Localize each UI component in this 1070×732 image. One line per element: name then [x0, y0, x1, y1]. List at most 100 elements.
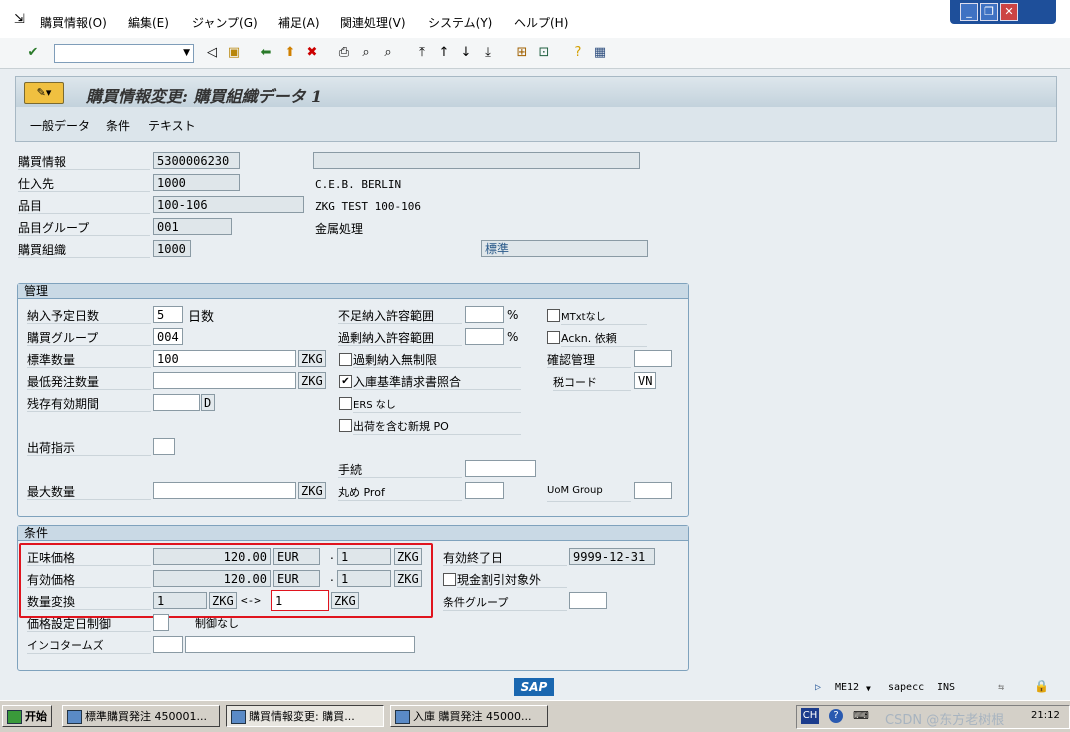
- net-price-field: 120.00: [153, 548, 271, 565]
- over-tol-unit: %: [507, 330, 519, 344]
- tax-code-label: 税コード: [553, 374, 631, 391]
- cond-group-input[interactable]: [569, 592, 607, 609]
- procedure-input[interactable]: [465, 460, 536, 477]
- unlimited-checkbox[interactable]: [339, 353, 352, 366]
- help-tray-icon[interactable]: ?: [829, 709, 843, 723]
- net-price-dot: .: [330, 548, 334, 562]
- prev-page-icon[interactable]: ↑: [436, 45, 452, 61]
- no-mtext-label: MTxtなし: [561, 308, 647, 325]
- exit-icon[interactable]: ⬆: [282, 45, 298, 61]
- shortcut-icon[interactable]: ⊡: [536, 45, 552, 61]
- no-mtext-checkbox[interactable]: [547, 309, 560, 322]
- net-price-unit: ZKG: [394, 548, 422, 565]
- general-data-button[interactable]: 一般データ: [30, 117, 90, 134]
- display-change-icon[interactable]: ✎▾: [24, 82, 64, 104]
- back-icon[interactable]: ⬅: [258, 45, 274, 61]
- over-tol-input[interactable]: [465, 328, 504, 345]
- taskbar-item-gr[interactable]: 入庫 購買発注 45000...: [390, 705, 548, 727]
- min-qty-unit: ZKG: [298, 372, 326, 389]
- back-arrow-icon[interactable]: ◁: [204, 45, 220, 61]
- purch-info-field: 5300006230: [153, 152, 240, 169]
- rem-shelf-input[interactable]: [153, 394, 200, 411]
- menu-extras[interactable]: 補足(A): [278, 14, 320, 31]
- menu-edit[interactable]: 編集(E): [128, 14, 169, 31]
- minimize-icon[interactable]: _: [960, 3, 978, 21]
- first-page-icon[interactable]: ⤒: [414, 45, 430, 61]
- menu-system[interactable]: システム(Y): [428, 14, 492, 31]
- plan-deliv-input[interactable]: 5: [153, 306, 183, 323]
- rem-shelf-unit: D: [201, 394, 215, 411]
- qty-conv-right-input[interactable]: 1: [271, 590, 329, 611]
- material-desc: ZKG TEST 100-106: [315, 200, 421, 213]
- print-icon[interactable]: ⎙: [336, 45, 352, 61]
- system-tray: CH ? ⌨ CSDN @东方老树根 21:12: [796, 705, 1070, 729]
- taskbar-item-po[interactable]: 標準購買発注 450001...: [62, 705, 220, 727]
- menu-purchasing-info[interactable]: 購買情報(O): [40, 14, 107, 31]
- conf-ctrl-input[interactable]: [634, 350, 672, 367]
- eff-price-currency: EUR: [273, 570, 320, 587]
- ship-instr-label: 出荷指示: [27, 439, 151, 456]
- ackn-checkbox[interactable]: [547, 331, 560, 344]
- std-qty-input[interactable]: 100: [153, 350, 296, 367]
- taskbar: 开始 標準購買発注 450001... 購買情報変更: 購買... 入庫 購買発…: [0, 700, 1070, 732]
- menu-icon[interactable]: ⇲: [14, 12, 25, 27]
- ime-icon[interactable]: ⌨: [853, 709, 869, 722]
- purch-group-input[interactable]: 004: [153, 328, 183, 345]
- conditions-group-title: 条件: [18, 526, 688, 541]
- chevron-down-icon[interactable]: ▼: [183, 48, 190, 58]
- cancel-icon[interactable]: ✖: [304, 45, 320, 61]
- save-icon[interactable]: ▣: [226, 45, 242, 61]
- price-ctrl-input[interactable]: [153, 614, 169, 631]
- std-qty-label: 標準数量: [27, 351, 151, 368]
- menu-help[interactable]: ヘルプ(H): [514, 14, 568, 31]
- window-icon: [395, 710, 410, 724]
- menu-environment[interactable]: 関連処理(V): [340, 14, 406, 31]
- uom-group-input[interactable]: [634, 482, 672, 499]
- incoterms1-input[interactable]: [153, 636, 183, 653]
- matgroup-desc: 金属処理: [315, 222, 364, 236]
- enter-icon[interactable]: ✔: [25, 45, 41, 61]
- conditions-button[interactable]: 条件: [106, 117, 130, 134]
- help-icon[interactable]: ?: [570, 45, 586, 61]
- incl-po-checkbox[interactable]: [339, 419, 352, 432]
- menu-bar: ⇲ 購買情報(O) 編集(E) ジャンプ(G) 補足(A) 関連処理(V) シス…: [0, 0, 1070, 39]
- find-next-icon[interactable]: ⌕: [380, 45, 396, 61]
- last-page-icon[interactable]: ⤓: [480, 45, 496, 61]
- min-qty-input[interactable]: [153, 372, 296, 389]
- taskbar-item-label: 入庫 購買発注 45000...: [413, 710, 532, 723]
- eff-price-dot: .: [330, 570, 334, 584]
- max-qty-input[interactable]: [153, 482, 296, 499]
- status-expand-icon[interactable]: ▷: [815, 682, 821, 693]
- clock: 21:12: [1031, 710, 1060, 721]
- next-page-icon[interactable]: ↓: [458, 45, 474, 61]
- new-session-icon[interactable]: ⊞: [514, 45, 530, 61]
- qty-conv-left-field: 1: [153, 592, 207, 609]
- conf-ctrl-label: 確認管理: [547, 351, 631, 368]
- start-label: 开始: [25, 710, 47, 723]
- close-icon[interactable]: ✕: [1000, 3, 1018, 21]
- under-tol-input[interactable]: [465, 306, 504, 323]
- sap-logo: SAP: [514, 678, 554, 696]
- menu-goto[interactable]: ジャンプ(G): [192, 14, 258, 31]
- taskbar-item-label: 購買情報変更: 購買...: [249, 710, 355, 723]
- find-icon[interactable]: ⌕: [358, 45, 374, 61]
- incoterms2-input[interactable]: [185, 636, 415, 653]
- ship-instr-input[interactable]: [153, 438, 175, 455]
- price-ctrl-label: 価格設定日制御: [27, 615, 151, 632]
- qty-conv-label: 数量変換: [27, 593, 151, 610]
- unlimited-label: 過剰納入無制限: [353, 351, 521, 368]
- tax-code-input[interactable]: VN: [634, 372, 656, 389]
- taskbar-item-purch-info[interactable]: 購買情報変更: 購買...: [226, 705, 384, 727]
- restore-icon[interactable]: ❐: [980, 3, 998, 21]
- texts-button[interactable]: テキスト: [148, 117, 196, 134]
- layout-icon[interactable]: ▦: [592, 45, 608, 61]
- no-ers-checkbox[interactable]: [339, 397, 352, 410]
- no-cash-disc-checkbox[interactable]: [443, 573, 456, 586]
- lang-indicator[interactable]: CH: [801, 708, 819, 724]
- rounding-input[interactable]: [465, 482, 504, 499]
- gr-based-checkbox[interactable]: ✔: [339, 375, 352, 388]
- command-field[interactable]: ▼: [54, 44, 194, 63]
- start-button[interactable]: 开始: [2, 705, 52, 727]
- session-dropdown-icon[interactable]: ▼: [866, 684, 871, 693]
- no-cash-disc-label: 現金割引対象外: [457, 571, 567, 588]
